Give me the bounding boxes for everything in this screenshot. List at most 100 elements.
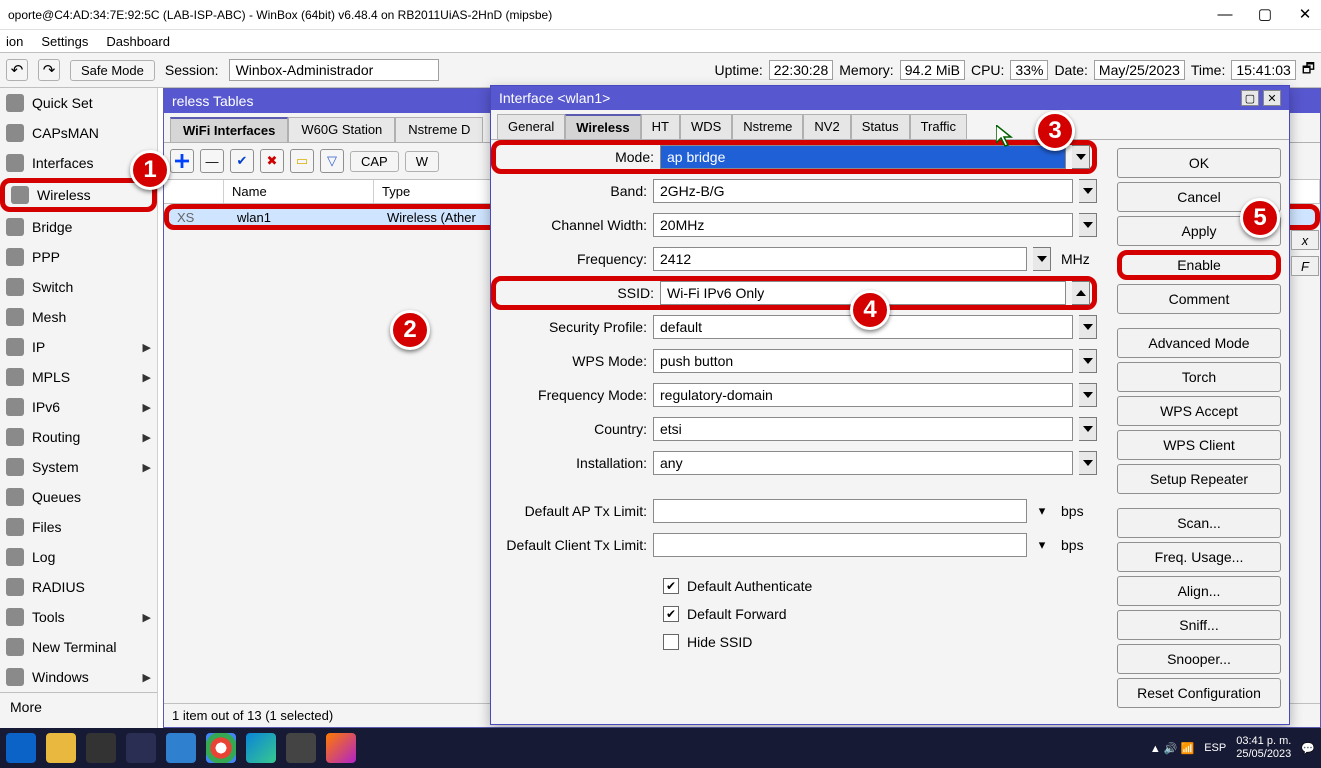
interface-title-bar[interactable]: Interface <wlan1> ▢ ✕ <box>491 86 1289 110</box>
redo-icon[interactable]: ↷ <box>38 59 60 81</box>
mode-select[interactable]: ap bridge <box>660 145 1066 169</box>
dropdown-icon[interactable] <box>1072 145 1090 169</box>
sidebar-item-radius[interactable]: RADIUS <box>0 572 157 602</box>
up-arrow-icon[interactable] <box>1072 281 1090 305</box>
tab-status[interactable]: Status <box>851 114 910 139</box>
snooper--button[interactable]: Snooper... <box>1117 644 1281 674</box>
sidebar-item-bridge[interactable]: Bridge <box>0 212 157 242</box>
wps-client-button[interactable]: WPS Client <box>1117 430 1281 460</box>
client-tx-input[interactable] <box>653 533 1027 557</box>
undo-icon[interactable]: ↶ <box>6 59 28 81</box>
sidebar-item-wireless[interactable]: Wireless <box>0 178 157 212</box>
freq-mode-select[interactable]: regulatory-domain <box>653 383 1073 407</box>
setup-repeater-button[interactable]: Setup Repeater <box>1117 464 1281 494</box>
enable-icon[interactable]: ✔ <box>230 149 254 173</box>
sidebar-item-quick-set[interactable]: Quick Set <box>0 88 157 118</box>
sidebar-item-mpls[interactable]: MPLS▶ <box>0 362 157 392</box>
close-icon[interactable]: ✕ <box>1297 7 1313 22</box>
frequency-select[interactable]: 2412 <box>653 247 1027 271</box>
firefox-icon[interactable] <box>326 733 356 763</box>
sidebar-item-ppp[interactable]: PPP <box>0 242 157 272</box>
tab-nv2[interactable]: NV2 <box>803 114 850 139</box>
sniff--button[interactable]: Sniff... <box>1117 610 1281 640</box>
align--button[interactable]: Align... <box>1117 576 1281 606</box>
checkbox-icon[interactable] <box>663 634 679 650</box>
explorer-icon[interactable] <box>46 733 76 763</box>
remove-icon[interactable]: — <box>200 149 224 173</box>
sidebar-item-routing[interactable]: Routing▶ <box>0 422 157 452</box>
reset-configuration-button[interactable]: Reset Configuration <box>1117 678 1281 708</box>
sidebar-item-new-terminal[interactable]: New Terminal <box>0 632 157 662</box>
dropdown-icon[interactable] <box>1079 213 1097 237</box>
channel-width-select[interactable]: 20MHz <box>653 213 1073 237</box>
sidebar-item-ipv6[interactable]: IPv6▶ <box>0 392 157 422</box>
dropdown-icon[interactable] <box>1079 417 1097 441</box>
language-indicator[interactable]: ESP <box>1204 742 1226 754</box>
maximize-icon[interactable]: ▢ <box>1257 7 1273 22</box>
settings-icon[interactable] <box>286 733 316 763</box>
menu-item[interactable]: Dashboard <box>106 34 170 49</box>
session-value[interactable]: Winbox-Administrador <box>229 59 439 81</box>
sidebar-item-files[interactable]: Files <box>0 512 157 542</box>
dropdown-icon[interactable] <box>1033 247 1051 271</box>
enable-button[interactable]: Enable <box>1117 250 1281 280</box>
ok-button[interactable]: OK <box>1117 148 1281 178</box>
chrome-icon[interactable] <box>206 733 236 763</box>
freq-usage--button[interactable]: Freq. Usage... <box>1117 542 1281 572</box>
comment-button[interactable]: Comment <box>1117 284 1281 314</box>
sidebar-item-switch[interactable]: Switch <box>0 272 157 302</box>
col-flag[interactable] <box>164 180 224 203</box>
close-tab-button[interactable]: x <box>1291 230 1319 250</box>
edge-icon[interactable] <box>246 733 276 763</box>
taskbar-clock[interactable]: 03:41 p. m. 25/05/2023 <box>1236 735 1291 761</box>
tab-traffic[interactable]: Traffic <box>910 114 967 139</box>
wps-select[interactable]: push button <box>653 349 1073 373</box>
tab-wifi-interfaces[interactable]: WiFi Interfaces <box>170 117 288 142</box>
find-button[interactable]: F <box>1291 256 1319 276</box>
lock-icon[interactable]: 🗗 <box>1302 58 1315 82</box>
sidebar-item-log[interactable]: Log <box>0 542 157 572</box>
sidebar-more[interactable]: More <box>0 692 157 721</box>
close-icon[interactable]: ✕ <box>1263 90 1281 106</box>
terminal-icon[interactable] <box>86 733 116 763</box>
sidebar-item-mesh[interactable]: Mesh <box>0 302 157 332</box>
checkbox-icon[interactable] <box>663 606 679 622</box>
menu-item[interactable]: ion <box>6 34 23 49</box>
tab-ht[interactable]: HT <box>641 114 680 139</box>
tray-icons[interactable]: ▲ 🔊 📶 <box>1150 742 1194 755</box>
notifications-icon[interactable]: 💬 <box>1301 742 1315 755</box>
tab-nstreme[interactable]: Nstreme <box>732 114 803 139</box>
safe-mode-button[interactable]: Safe Mode <box>70 60 155 81</box>
sidebar-item-queues[interactable]: Queues <box>0 482 157 512</box>
dropdown-icon[interactable] <box>1079 451 1097 475</box>
app-icon[interactable] <box>126 733 156 763</box>
dropdown-icon[interactable] <box>1079 383 1097 407</box>
tab-general[interactable]: General <box>497 114 565 139</box>
tab-w60g[interactable]: W60G Station <box>288 117 395 142</box>
checkbox-icon[interactable] <box>663 578 679 594</box>
tab-wds[interactable]: WDS <box>680 114 732 139</box>
tab-nstreme[interactable]: Nstreme D <box>395 117 483 142</box>
scan--button[interactable]: Scan... <box>1117 508 1281 538</box>
dropdown-icon[interactable] <box>1079 179 1097 203</box>
down-arrow-icon[interactable]: ▾ <box>1033 503 1051 519</box>
sidebar-item-windows[interactable]: Windows▶ <box>0 662 157 692</box>
col-name[interactable]: Name <box>224 180 374 203</box>
sidebar-item-system[interactable]: System▶ <box>0 452 157 482</box>
torch-button[interactable]: Torch <box>1117 362 1281 392</box>
cap-button[interactable]: CAP <box>350 151 399 172</box>
tab-wireless[interactable]: Wireless <box>565 114 640 139</box>
w-button[interactable]: W <box>405 151 439 172</box>
dropdown-icon[interactable] <box>1079 315 1097 339</box>
menu-item[interactable]: Settings <box>41 34 88 49</box>
band-select[interactable]: 2GHz-B/G <box>653 179 1073 203</box>
sidebar-item-tools[interactable]: Tools▶ <box>0 602 157 632</box>
dropdown-icon[interactable] <box>1079 349 1097 373</box>
system-tray[interactable]: ▲ 🔊 📶 ESP 03:41 p. m. 25/05/2023 💬 <box>1150 735 1315 761</box>
sidebar-item-capsman[interactable]: CAPsMAN <box>0 118 157 148</box>
filter-icon[interactable]: ▽ <box>320 149 344 173</box>
comment-icon[interactable]: ▭ <box>290 149 314 173</box>
start-icon[interactable] <box>6 733 36 763</box>
add-icon[interactable] <box>170 149 194 173</box>
sidebar-item-ip[interactable]: IP▶ <box>0 332 157 362</box>
